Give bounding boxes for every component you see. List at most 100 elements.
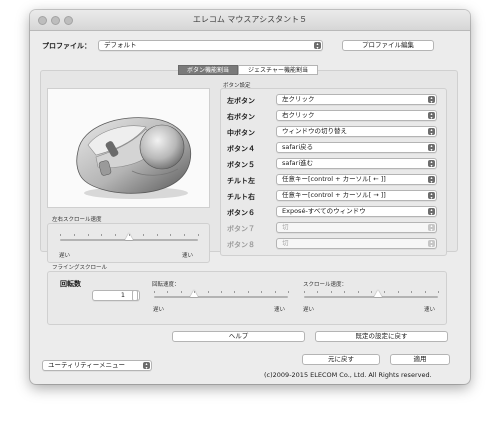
- slider-tick: [101, 234, 103, 236]
- h-scroll-speed-label: 左右スクロール速度: [52, 217, 102, 223]
- button-row-select[interactable]: 右クリック ▴ ▾: [276, 110, 437, 121]
- scroll-speed-fast-label: 速い: [424, 307, 436, 313]
- popup-arrows-icon: ▴ ▾: [428, 176, 435, 183]
- apply-button[interactable]: 適用: [390, 354, 450, 365]
- h-scroll-slow-label: 遅い: [59, 253, 71, 259]
- slider-tick: [221, 291, 222, 293]
- slider-tick: [156, 234, 158, 236]
- slider-tick: [170, 234, 172, 236]
- button-row-select[interactable]: safari進む ▴ ▾: [276, 158, 437, 169]
- button-row-select[interactable]: 任意キー[control + カーソル[ → ]] ▴ ▾: [276, 190, 437, 201]
- slider-tick: [304, 291, 305, 293]
- button-row-select[interactable]: ウィンドウの切り替え ▴ ▾: [276, 126, 437, 137]
- slider-tick: [357, 291, 359, 293]
- button-row-label: チルト左: [227, 177, 255, 185]
- slider-tick: [438, 291, 439, 293]
- slider-tick: [288, 291, 289, 293]
- button-row-label: ボタン４: [227, 145, 255, 153]
- slider-tick: [330, 291, 332, 293]
- slider-tick: [167, 291, 169, 293]
- button-row-label: 中ボタン: [227, 129, 255, 137]
- popup-arrows-icon: ▴ ▾: [428, 160, 435, 167]
- slider-tick: [261, 291, 263, 293]
- button-row-label: ボタン５: [227, 161, 255, 169]
- rotation-speed-slow-label: 遅い: [153, 307, 165, 313]
- slider-tick: [129, 234, 130, 236]
- button-row-select[interactable]: 左クリック ▴ ▾: [276, 94, 437, 105]
- button-row-select-value: 左クリック: [282, 95, 315, 103]
- mouse-image: [47, 88, 210, 208]
- button-row-select-value: 切: [282, 239, 289, 247]
- tab-gesture-assign[interactable]: ジェスチャー機能割当: [238, 65, 318, 75]
- slider-tick: [198, 234, 199, 236]
- button-row-label: 右ボタン: [227, 113, 255, 121]
- button-row-select-value: safari戻る: [282, 143, 314, 151]
- flying-scroll-header: フライングスクロール: [52, 265, 108, 271]
- tab-button-assign[interactable]: ボタン機能割当: [178, 65, 238, 75]
- window-title: エレコム マウスアシスタント５: [192, 15, 308, 24]
- slider-tick: [184, 234, 186, 236]
- button-row-select[interactable]: Exposé-すべてのウィンドウ ▴ ▾: [276, 206, 437, 217]
- profile-select[interactable]: デフォルト ▴ ▾: [98, 40, 323, 51]
- slider-tick: [234, 291, 236, 293]
- slider-tick: [87, 234, 89, 236]
- utility-menu-value: ユーティリティーメニュー: [48, 361, 125, 369]
- button-row-select-value: 任意キー[control + カーソル[ → ]]: [282, 191, 386, 199]
- button-row-label: ボタン７: [227, 225, 255, 233]
- popup-arrows-icon: ▴ ▾: [428, 96, 435, 103]
- button-row-select-value: 任意キー[control + カーソル[ ← ]]: [282, 175, 386, 183]
- rotation-count-label: 回転数: [60, 280, 81, 288]
- reset-defaults-button[interactable]: 既定の設定に戻す: [315, 331, 448, 342]
- rotation-speed-slider[interactable]: [154, 296, 288, 298]
- slider-tick: [73, 234, 75, 236]
- trackball-mouse-icon: [76, 117, 192, 199]
- title-bar: エレコム マウスアシスタント５: [30, 10, 470, 31]
- button-row-select-value: ウィンドウの切り替え: [282, 127, 347, 135]
- slider-tick: [247, 291, 249, 293]
- popup-arrows-icon: ▴ ▾: [143, 362, 150, 369]
- profile-edit-button[interactable]: プロファイル編集: [342, 40, 434, 51]
- slider-tick: [154, 291, 155, 293]
- slider-tick: [60, 234, 61, 236]
- button-row-label: チルト右: [227, 193, 255, 201]
- slider-tick: [207, 291, 209, 293]
- rotation-count-value: 1: [120, 291, 125, 299]
- button-row-select[interactable]: safari戻る ▴ ▾: [276, 142, 437, 153]
- button-row-select-value: safari進む: [282, 159, 314, 167]
- scroll-speed-label: スクロール速度：: [303, 282, 348, 288]
- button-row-label: ボタン６: [227, 209, 255, 217]
- scroll-speed-slider[interactable]: [304, 296, 438, 298]
- utility-menu-select[interactable]: ユーティリティーメニュー ▴ ▾: [42, 360, 152, 371]
- popup-arrows-icon: ▴ ▾: [314, 42, 321, 49]
- slider-tick: [194, 291, 196, 293]
- scroll-speed-thumb[interactable]: [373, 290, 382, 297]
- rotation-speed-label: 回転速度：: [152, 282, 180, 288]
- button-row-select-value: 切: [282, 223, 289, 231]
- popup-arrows-icon: ▴ ▾: [428, 208, 435, 215]
- slider-tick: [344, 291, 346, 293]
- popup-arrows-icon: ▴ ▾: [428, 192, 435, 199]
- slider-tick: [317, 291, 319, 293]
- help-button[interactable]: ヘルプ: [172, 331, 305, 342]
- popup-arrows-icon: ▴ ▾: [428, 128, 435, 135]
- h-scroll-fast-label: 速い: [182, 253, 194, 259]
- revert-button[interactable]: 元に戻す: [302, 354, 380, 365]
- app-window: エレコム マウスアシスタント５ プロファイル： デフォルト ▴ ▾ プロファイル編…: [30, 10, 470, 384]
- slider-tick: [411, 291, 413, 293]
- rotation-speed-fast-label: 速い: [274, 307, 286, 313]
- rotation-count-stepper[interactable]: [132, 290, 138, 301]
- button-row-label: ボタン８: [227, 241, 255, 249]
- button-row-select[interactable]: 任意キー[control + カーソル[ ← ]] ▴ ▾: [276, 174, 437, 185]
- slider-tick: [274, 291, 276, 293]
- slider-tick: [397, 291, 399, 293]
- slider-tick: [142, 234, 144, 236]
- popup-arrows-icon: ▴ ▾: [428, 112, 435, 119]
- scroll-speed-slow-label: 遅い: [303, 307, 315, 313]
- slider-tick: [180, 291, 182, 293]
- profile-label: プロファイル：: [42, 42, 91, 50]
- slider-tick: [384, 291, 386, 293]
- profile-select-value: デフォルト: [104, 41, 137, 49]
- slider-tick: [371, 291, 372, 293]
- button-row-select: 切 ▴ ▾: [276, 222, 437, 233]
- popup-arrows-icon: ▴ ▾: [428, 240, 435, 247]
